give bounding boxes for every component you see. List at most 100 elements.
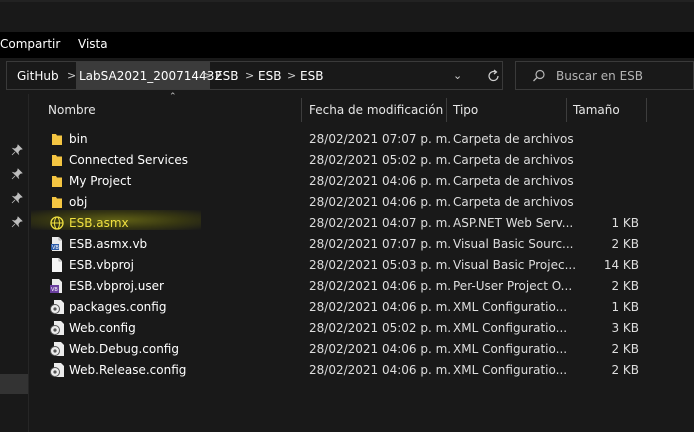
column-type[interactable]: Tipo — [453, 94, 478, 122]
vb-file-icon: VB — [49, 236, 65, 252]
config-file-icon — [49, 299, 65, 315]
list-item[interactable]: Web.config 28/02/2021 05:02 p. m. XML Co… — [29, 318, 694, 339]
file-date: 28/02/2021 04:06 p. m. — [309, 342, 452, 356]
file-name: Web.Release.config — [69, 363, 187, 377]
breadcrumb-github[interactable]: GitHub — [17, 69, 59, 83]
list-item[interactable]: obj 28/02/2021 04:06 p. m. Carpeta de ar… — [29, 192, 694, 213]
breadcrumb-separator[interactable]: > — [287, 69, 296, 82]
file-type: ASP.NET Web Serv... — [453, 216, 574, 230]
pin-icon[interactable] — [11, 216, 23, 228]
search-icon — [531, 68, 547, 87]
ribbon-tabs: Compartir Vista — [0, 32, 694, 58]
config-file-icon — [49, 320, 65, 336]
folder-icon — [49, 131, 65, 147]
project-user-icon: VB — [49, 278, 65, 294]
file-date: 28/02/2021 04:06 p. m. — [309, 279, 452, 293]
file-date: 28/02/2021 04:06 p. m. — [309, 174, 452, 188]
file-type: XML Configuratio... — [453, 342, 568, 356]
file-type: Carpeta de archivos — [453, 174, 574, 188]
file-name: Web.Debug.config — [69, 342, 179, 356]
file-name: Web.config — [69, 321, 136, 335]
breadcrumb-esb-2[interactable]: ESB — [258, 69, 281, 83]
navigation-pane — [0, 94, 29, 432]
address-dropdown-icon[interactable]: ⌄ — [453, 69, 462, 82]
pin-icon[interactable] — [11, 192, 23, 204]
file-name: ESB.asmx.vb — [69, 237, 148, 251]
file-name: packages.config — [69, 300, 167, 314]
file-type: Visual Basic Projec... — [453, 258, 577, 272]
list-item[interactable]: ESB.vbproj 28/02/2021 05:03 p. m. Visual… — [29, 255, 694, 276]
list-item[interactable]: Connected Services 28/02/2021 05:02 p. m… — [29, 150, 694, 171]
sort-ascending-icon: ⌃ — [169, 92, 177, 102]
file-date: 28/02/2021 05:02 p. m. — [309, 321, 452, 335]
column-date[interactable]: Fecha de modificación — [309, 94, 443, 122]
file-type: XML Configuratio... — [453, 363, 568, 377]
file-date: 28/02/2021 05:03 p. m. — [309, 258, 452, 272]
svg-text:VB: VB — [52, 245, 59, 251]
title-accent — [0, 0, 694, 2]
column-divider[interactable] — [646, 98, 647, 122]
nav-selected-item[interactable] — [0, 374, 28, 394]
tab-vista[interactable]: Vista — [78, 37, 108, 51]
list-item[interactable]: ESB.asmx 28/02/2021 04:07 p. m. ASP.NET … — [29, 213, 694, 234]
column-name[interactable]: Nombre — [48, 94, 96, 122]
web-service-icon — [49, 215, 65, 231]
breadcrumb-separator[interactable]: > — [67, 69, 76, 82]
breadcrumb-esb-3[interactable]: ESB — [300, 69, 323, 83]
file-type: Carpeta de archivos — [453, 132, 574, 146]
list-item[interactable]: VB ESB.vbproj.user 28/02/2021 04:06 p. m… — [29, 276, 694, 297]
list-item[interactable]: bin 28/02/2021 07:07 p. m. Carpeta de ar… — [29, 129, 694, 150]
breadcrumb-separator[interactable]: > — [245, 69, 254, 82]
column-divider[interactable] — [301, 98, 302, 122]
svg-text:VB: VB — [51, 287, 58, 293]
file-type: Carpeta de archivos — [453, 153, 574, 167]
file-size: 2 KB — [611, 279, 639, 293]
file-date: 28/02/2021 04:06 p. m. — [309, 300, 452, 314]
breadcrumb-separator[interactable]: > — [203, 69, 212, 82]
file-type: XML Configuratio... — [453, 321, 568, 335]
file-size: 2 KB — [611, 237, 639, 251]
config-file-icon — [49, 341, 65, 357]
file-name: ESB.asmx — [69, 216, 129, 230]
list-item[interactable]: My Project 28/02/2021 04:06 p. m. Carpet… — [29, 171, 694, 192]
list-item[interactable]: packages.config 28/02/2021 04:06 p. m. X… — [29, 297, 694, 318]
column-divider[interactable] — [446, 98, 447, 122]
file-size: 2 KB — [611, 342, 639, 356]
refresh-icon[interactable] — [483, 66, 505, 86]
file-name: ESB.vbproj — [69, 258, 134, 272]
file-date: 28/02/2021 07:07 p. m. — [309, 237, 452, 251]
tab-compartir[interactable]: Compartir — [0, 37, 60, 51]
file-size: 3 KB — [611, 321, 639, 335]
pin-icon[interactable] — [11, 144, 23, 156]
file-type: Visual Basic Sourc... — [453, 237, 574, 251]
list-item[interactable]: VB ESB.asmx.vb 28/02/2021 07:07 p. m. Vi… — [29, 234, 694, 255]
config-file-icon — [49, 362, 65, 378]
column-size[interactable]: Tamaño — [573, 94, 620, 122]
list-item[interactable]: Web.Release.config 28/02/2021 04:06 p. m… — [29, 360, 694, 381]
folder-icon — [49, 173, 65, 189]
file-name: bin — [69, 132, 88, 146]
file-date: 28/02/2021 04:07 p. m. — [309, 216, 452, 230]
file-size: 2 KB — [611, 363, 639, 377]
breadcrumb-esb-1[interactable]: ESB — [215, 69, 238, 83]
file-type: XML Configuratio... — [453, 300, 568, 314]
list-item[interactable]: Web.Debug.config 28/02/2021 04:06 p. m. … — [29, 339, 694, 360]
column-divider[interactable] — [566, 98, 567, 122]
search-input[interactable]: Buscar en ESB — [515, 61, 694, 90]
pin-icon[interactable] — [11, 168, 23, 180]
file-date: 28/02/2021 04:06 p. m. — [309, 363, 452, 377]
file-date: 28/02/2021 07:07 p. m. — [309, 132, 452, 146]
breadcrumb-labsa2021[interactable]: LabSA2021_200714432 — [79, 69, 222, 83]
file-date: 28/02/2021 05:02 p. m. — [309, 153, 452, 167]
title-bar — [0, 0, 694, 32]
file-name: obj — [69, 195, 88, 209]
file-size: 1 KB — [611, 300, 639, 314]
file-size: 14 KB — [603, 258, 639, 272]
file-name: ESB.vbproj.user — [69, 279, 164, 293]
file-name: Connected Services — [69, 153, 189, 167]
document-icon — [49, 257, 65, 273]
address-bar[interactable]: GitHub > LabSA2021_200714432 > ESB > ESB… — [6, 61, 503, 90]
address-row: GitHub > LabSA2021_200714432 > ESB > ESB… — [0, 58, 694, 94]
file-type: Carpeta de archivos — [453, 195, 574, 209]
folder-icon — [49, 152, 65, 168]
